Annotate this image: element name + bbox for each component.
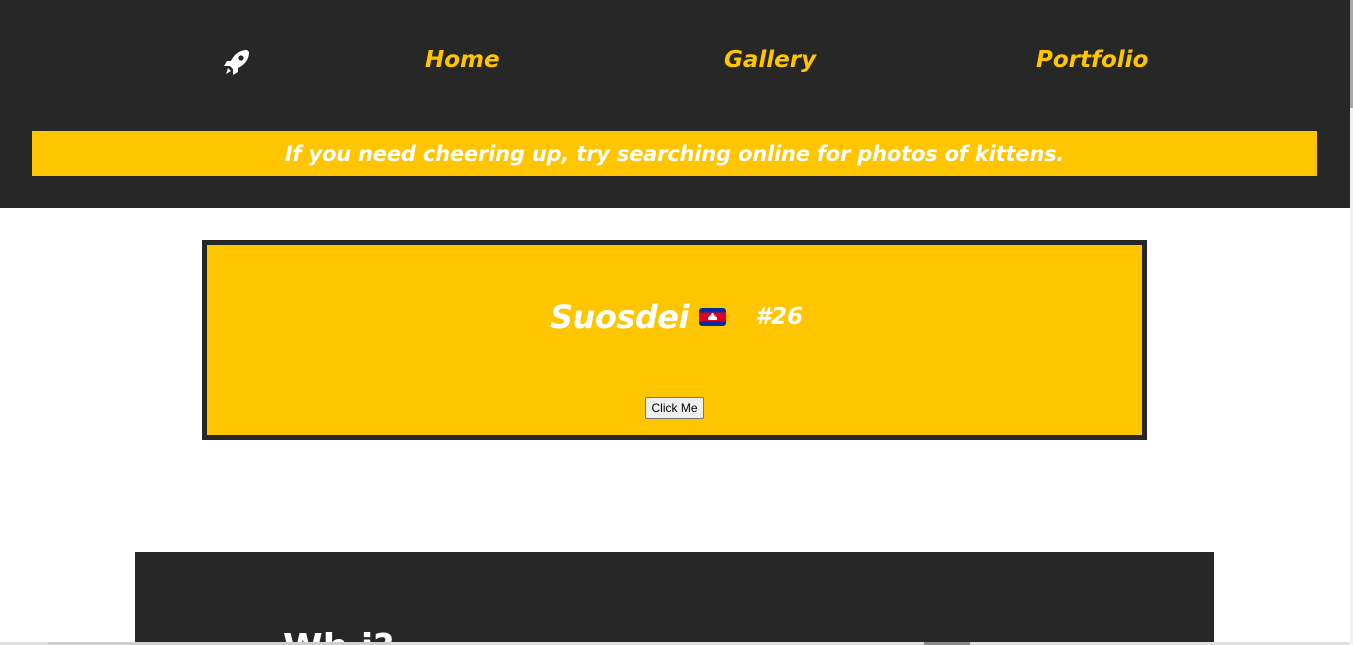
greeting-word: Suosdei bbox=[550, 298, 689, 336]
site-header: Home Gallery Portfolio If you need cheer… bbox=[0, 0, 1350, 208]
greeting-counter: #26 bbox=[755, 304, 804, 330]
quote-banner: If you need cheering up, try searching o… bbox=[32, 131, 1317, 176]
nav-link-home[interactable]: Home bbox=[425, 44, 500, 76]
about-section: Wh i? bbox=[135, 552, 1214, 645]
cambodia-flag-icon bbox=[699, 308, 726, 326]
rocket-icon[interactable] bbox=[222, 47, 252, 77]
nav-link-portfolio[interactable]: Portfolio bbox=[1036, 44, 1148, 76]
greeting-row: Suosdei #26 bbox=[207, 297, 1142, 337]
click-me-button[interactable]: Click Me bbox=[645, 397, 704, 419]
page: Home Gallery Portfolio If you need cheer… bbox=[0, 0, 1353, 645]
nav-link-gallery[interactable]: Gallery bbox=[724, 44, 816, 76]
greeting-card: Suosdei #26 Click Me bbox=[202, 240, 1147, 440]
quote-text: If you need cheering up, try searching o… bbox=[284, 141, 1065, 166]
